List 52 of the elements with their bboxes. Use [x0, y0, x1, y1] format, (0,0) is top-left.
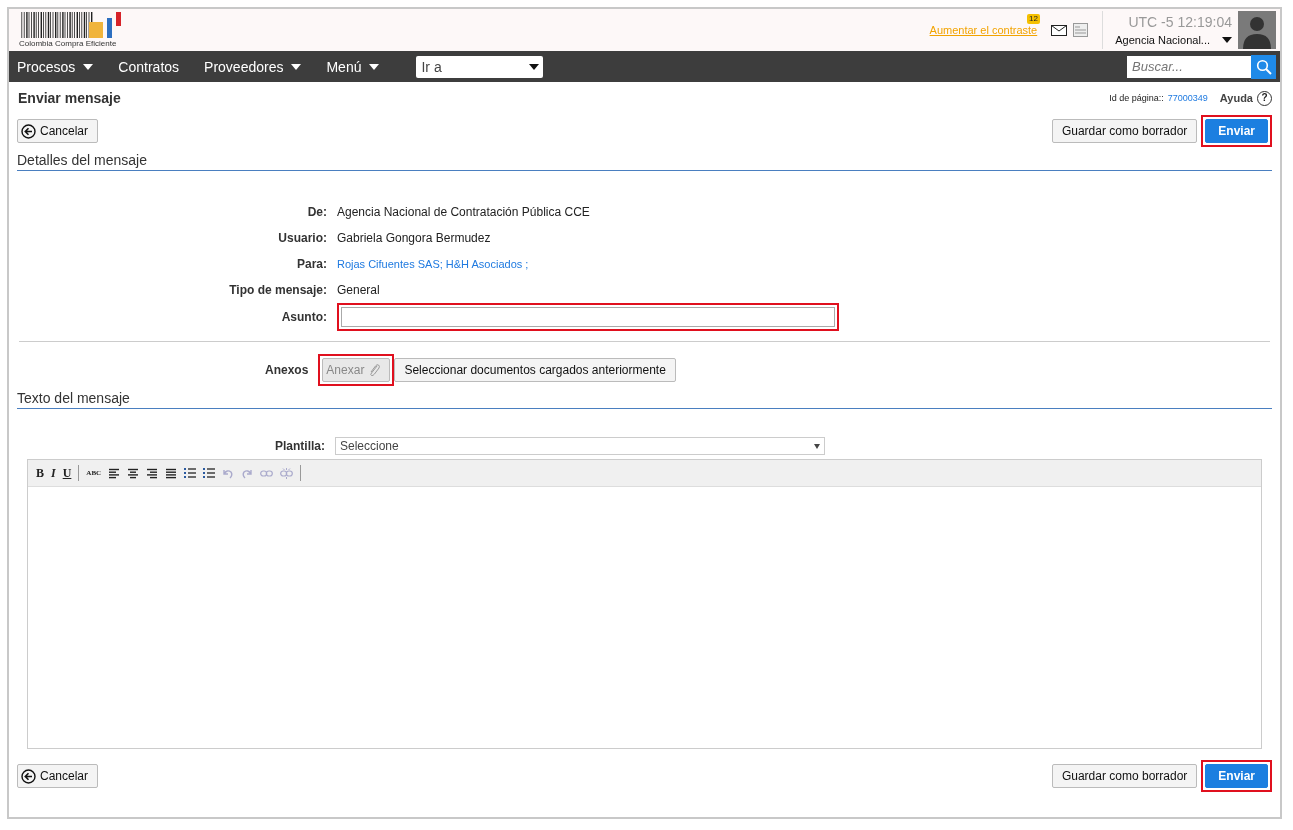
section-heading: Detalles del mensaje: [17, 152, 1272, 171]
page-id-link[interactable]: 77000349: [1167, 93, 1208, 103]
underline-tool[interactable]: U: [62, 465, 72, 481]
align-left-icon[interactable]: [108, 467, 121, 479]
goto-dropdown[interactable]: Ir a: [416, 55, 544, 78]
search-button[interactable]: [1251, 54, 1276, 79]
field-value: Agencia Nacional de Contratación Pública CCE: [337, 205, 590, 219]
field-label: Asunto:: [280, 310, 327, 324]
field-label: Para:: [295, 257, 327, 271]
help-link[interactable]: Ayuda: [1219, 92, 1253, 104]
nav-menu-item[interactable]: Procesos: [13, 58, 107, 75]
field-value: Gabriela Gongora Bermudez: [337, 231, 491, 245]
avatar[interactable]: [1238, 11, 1276, 49]
justify-icon[interactable]: [165, 467, 178, 479]
nav-menu-item[interactable]: Contratos: [114, 58, 193, 75]
search-field[interactable]: Buscar...: [1127, 55, 1251, 78]
template-dropdown[interactable]: Seleccione: [335, 437, 825, 455]
save-draft-button[interactable]: Guardar como borrador: [1051, 764, 1198, 788]
mail-icon[interactable]: [1051, 24, 1068, 36]
italic-tool[interactable]: I: [51, 465, 56, 481]
send-button[interactable]: Enviar: [1205, 119, 1268, 143]
bold-tool[interactable]: B: [36, 465, 44, 481]
page-title: Enviar mensaje: [18, 90, 121, 106]
recipients-link[interactable]: Rojas Cifuentes SAS; H&H Asociados ;: [337, 258, 529, 270]
save-draft-button[interactable]: Guardar como borrador: [1051, 119, 1198, 143]
page-id-label: Id de página::: [1109, 93, 1164, 103]
paperclip-icon: [368, 363, 381, 377]
logo-text: Colombia Compra Eficiente: [19, 39, 117, 48]
clock-time: 12:19:04: [1177, 14, 1232, 30]
cancel-button[interactable]: Cancelar: [17, 119, 99, 143]
document-icon[interactable]: [1073, 23, 1089, 37]
field-value: General: [337, 283, 380, 297]
align-center-icon[interactable]: [127, 467, 140, 479]
bullet-list-icon[interactable]: [184, 467, 197, 479]
attachments-label: Anexos: [265, 363, 309, 377]
mail-count-badge: 12: [1027, 14, 1040, 24]
logo[interactable]: Colombia Compra Eficiente: [19, 12, 123, 48]
field-label: De:: [306, 205, 327, 219]
timezone-label: UTC -5: [1128, 14, 1174, 30]
field-label: Tipo de mensaje:: [228, 283, 327, 297]
template-label: Plantilla:: [274, 439, 325, 453]
nav-menu-item[interactable]: Menú: [322, 58, 393, 75]
account-selector[interactable]: Agencia Nacional...: [1115, 34, 1232, 46]
section-heading: Texto del mensaje: [17, 390, 1272, 409]
field-label: Usuario:: [277, 231, 327, 245]
nav-menu-item[interactable]: Proveedores: [200, 58, 315, 75]
align-right-icon[interactable]: [146, 467, 159, 479]
select-documents-button[interactable]: Seleccionar documentos cargados anteriormente: [394, 358, 676, 382]
cancel-button[interactable]: Cancelar: [17, 764, 99, 788]
search-icon: [1255, 58, 1272, 75]
barcode-logo-icon: [19, 12, 123, 38]
send-button[interactable]: Enviar: [1205, 764, 1268, 788]
